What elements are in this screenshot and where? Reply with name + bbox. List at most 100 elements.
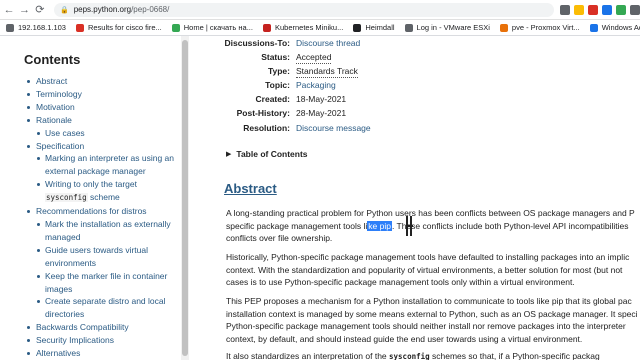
toc-item[interactable]: Use cases (24, 127, 180, 140)
toc-item-label: Recommendations for distros (36, 206, 147, 217)
toc-item[interactable]: Guide users towards virtual (24, 244, 180, 257)
bookmark-item[interactable]: Log in - VMware ESXi (404, 23, 490, 32)
sidebar-title: Contents (24, 52, 81, 67)
bookmark-favicon-icon (262, 23, 271, 32)
toc-item[interactable]: Security Implications (24, 334, 180, 347)
text-cursor-icon (406, 216, 413, 236)
address-bar[interactable]: 🔒 peps.python.org /pep-0668/ (53, 2, 554, 17)
metadata-value: Standards Track (296, 66, 358, 78)
toc-item-label: managed (45, 231, 81, 242)
extension-icon[interactable] (587, 4, 598, 15)
bookmark-star-icon[interactable] (573, 4, 584, 15)
triangle-right-icon: ▶ (226, 151, 232, 158)
text-line: cases is to use Python-specific package … (226, 277, 575, 288)
text-line: conflicts over file ownership. (226, 233, 333, 244)
toc-item[interactable]: Motivation (24, 101, 180, 114)
metadata-key: Status: (261, 52, 290, 62)
toc-item-label: Mark the installation as externally (45, 218, 171, 229)
toc-item[interactable]: Specification (24, 140, 180, 153)
toc-list: Abstract Terminology Motivation Rationale Us… (24, 75, 180, 360)
toc-item-label: Backwards Compatibility (36, 322, 129, 333)
toc-item[interactable]: Alternatives (24, 347, 180, 360)
toc-item-code: sysconfig (45, 193, 88, 203)
toc-item[interactable]: Create separate distro and local (24, 295, 180, 308)
browser-toolbar: ← → ⟳ 🔒 peps.python.org /pep-0668/ (0, 0, 640, 20)
text-segment: specific package management tools li (226, 220, 368, 231)
bookmark-label: Heimdall (365, 23, 395, 32)
sidebar-scrollbar[interactable] (181, 36, 189, 360)
text-segment: schemes so that, if a Python-specific pa… (429, 351, 600, 360)
toc-item[interactable]: Keep the marker file in container (24, 270, 180, 283)
toc-item[interactable]: Writing to only the target (24, 178, 180, 191)
extension-icon[interactable] (601, 4, 612, 15)
text-line: context. With the standardization and po… (226, 264, 623, 275)
toc-item-label: Motivation (36, 101, 75, 112)
toc-item-label: Rationale (36, 114, 72, 125)
toc-item-label: scheme (87, 192, 120, 203)
toc-item-label: environments (45, 257, 97, 268)
bookmark-favicon-icon (404, 23, 413, 32)
text-line: Python-specific package management tools… (226, 321, 626, 332)
bookmark-label: 192.168.1.103 (18, 23, 66, 32)
metadata-value: 18-May-2021 (296, 94, 347, 104)
toc-item[interactable]: Backwards Compatibility (24, 321, 180, 334)
lock-icon: 🔒 (59, 6, 69, 14)
toc-item[interactable]: Terminology (24, 88, 180, 101)
reload-icon[interactable]: ⟳ (34, 2, 46, 18)
toc-item[interactable]: Abstract (24, 75, 180, 88)
toc-item[interactable]: directories (24, 308, 180, 321)
toc-item-label: Keep the marker file in container (45, 270, 168, 281)
metadata-row: Status: Accepted (196, 52, 332, 64)
bookmark-label: Kubernetes Miniku... (274, 23, 344, 32)
text-segment: . These conflicts include both Python-le… (391, 220, 629, 231)
bookmark-item[interactable]: pve - Proxmox Virt... (499, 23, 580, 32)
metadata-key: Created: (255, 94, 290, 104)
back-icon[interactable]: ← (3, 2, 15, 18)
extension-icon[interactable] (615, 4, 626, 15)
main-content: Discussions-To: Discourse thread Status: Ac… (196, 36, 640, 360)
bookmark-item[interactable]: 192.168.1.103 (6, 23, 66, 32)
metadata-row: Resolution: Discourse message (196, 123, 371, 135)
forward-icon[interactable]: → (18, 2, 30, 18)
extension-icon[interactable] (629, 4, 640, 15)
toc-item[interactable]: images (24, 283, 180, 296)
text-line: Historically, Python-specific package ma… (226, 252, 630, 262)
bookmark-favicon-icon (171, 23, 180, 32)
toc-item-label: Guide users towards virtual (45, 244, 148, 255)
share-icon[interactable] (559, 4, 570, 15)
toc-item[interactable]: environments (24, 257, 180, 270)
text-line: A long-standing practical problem for Py… (226, 208, 635, 218)
text-segment: It also standardizes an interpretation o… (226, 351, 390, 360)
metadata-link[interactable]: Discourse thread (296, 38, 360, 50)
table-of-contents-toggle[interactable]: ▶ Table of Contents (226, 149, 308, 159)
toc-item[interactable]: Recommendations for distros (24, 205, 180, 218)
abstract-heading[interactable]: Abstract (224, 181, 277, 196)
metadata-link[interactable]: Discourse message (296, 123, 371, 135)
metadata-value: Accepted (296, 52, 332, 64)
toc-item[interactable]: Rationale (24, 114, 180, 127)
bookmark-favicon-icon (589, 23, 598, 32)
toc-item-label: external package manager (45, 166, 146, 177)
bookmark-item[interactable]: Heimdall (353, 23, 395, 32)
metadata-row: Post-History: 28-May-2021 (196, 108, 346, 120)
metadata-key: Post-History: (236, 108, 290, 118)
text-line: This PEP proposes a mechanism for a Pyth… (226, 296, 632, 306)
toc-item-label: directories (45, 309, 85, 320)
scrollbar-thumb[interactable] (182, 40, 188, 356)
metadata-row: Topic: Packaging (196, 80, 336, 92)
bookmark-item[interactable]: Kubernetes Miniku... (262, 23, 344, 32)
toc-item-label: images (45, 283, 73, 294)
toc-item[interactable]: Marking an interpreter as using an (24, 152, 180, 165)
metadata-key: Type: (267, 66, 290, 76)
bookmark-item[interactable]: Windows Admin (589, 23, 640, 32)
bookmark-favicon-icon (353, 23, 362, 32)
bookmark-item[interactable]: Home | скачать на... (171, 23, 253, 32)
metadata-link[interactable]: Packaging (296, 80, 336, 92)
metadata-row: Discussions-To: Discourse thread (196, 38, 361, 50)
toc-sidebar: Contents Abstract Terminology Motivation Ra… (24, 36, 180, 360)
toc-item[interactable]: sysconfig scheme (24, 191, 180, 205)
toc-item[interactable]: managed (24, 231, 180, 244)
toc-item[interactable]: Mark the installation as externally (24, 218, 180, 231)
bookmark-item[interactable]: Results for cisco fire... (75, 23, 162, 32)
toc-item[interactable]: external package manager (24, 165, 180, 178)
